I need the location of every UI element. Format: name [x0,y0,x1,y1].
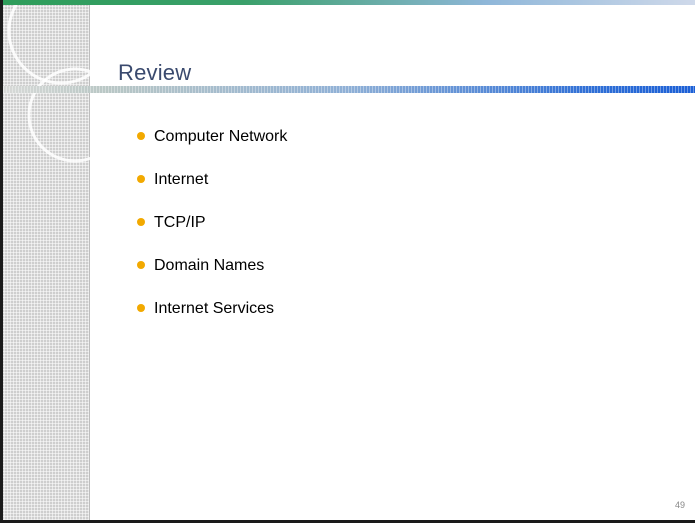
title-underline-bar [3,86,695,93]
bullet-list: Computer Network Internet TCP/IP Domain … [137,126,287,341]
slide-frame [0,0,695,523]
bullet-dot-icon [137,261,145,269]
bullet-label: Domain Names [154,257,265,274]
bullet-item: TCP/IP [137,212,287,234]
bullet-item: Internet [137,169,287,191]
bullet-dot-icon [137,304,145,312]
page-number: 49 [674,500,685,510]
bullet-label: Internet [154,171,209,188]
bullet-label: Computer Network [154,128,288,145]
slide: Review Computer Network Internet TCP/IP … [0,0,695,523]
bullet-item: Internet Services [137,298,287,320]
bullet-label: TCP/IP [154,214,206,231]
bullet-item: Domain Names [137,255,287,277]
bullet-label: Internet Services [154,300,275,317]
bullet-dot-icon [137,132,145,140]
top-accent-bar [0,0,695,5]
bullet-dot-icon [137,175,145,183]
bullet-dot-icon [137,218,145,226]
decorative-circles [7,5,103,163]
slide-title: Review [118,60,192,85]
bullet-item: Computer Network [137,126,287,148]
